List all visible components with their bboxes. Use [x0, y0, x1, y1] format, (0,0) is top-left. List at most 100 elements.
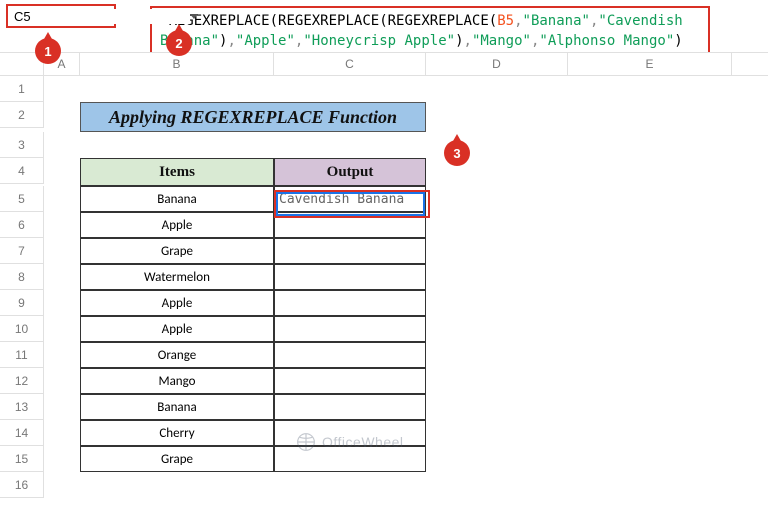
row-header[interactable]: 9: [0, 290, 44, 316]
cell-E12[interactable]: [568, 368, 732, 394]
row-header[interactable]: 5: [0, 186, 44, 212]
cell-A15[interactable]: [44, 446, 80, 472]
row-header[interactable]: 12: [0, 368, 44, 394]
cell-D13[interactable]: [426, 394, 568, 420]
cell-C6[interactable]: [274, 212, 426, 238]
cell-A1[interactable]: [44, 76, 80, 102]
cell-D14[interactable]: [426, 420, 568, 446]
cell-A2[interactable]: [44, 102, 80, 132]
row-header[interactable]: 13: [0, 394, 44, 420]
cell-E10[interactable]: [568, 316, 732, 342]
cell-D8[interactable]: [426, 264, 568, 290]
cell-E1[interactable]: [568, 76, 732, 102]
cell-B16[interactable]: [80, 472, 274, 498]
row-header[interactable]: 4: [0, 158, 44, 184]
row-header[interactable]: 1: [0, 76, 44, 102]
cell-B5[interactable]: Banana: [80, 186, 274, 212]
cell-A7[interactable]: [44, 238, 80, 264]
cell-B15[interactable]: Grape: [80, 446, 274, 472]
cell-C4[interactable]: Output: [274, 158, 426, 186]
cell-B13[interactable]: Banana: [80, 394, 274, 420]
cell-D6[interactable]: [426, 212, 568, 238]
cell-A11[interactable]: [44, 342, 80, 368]
cell-C11[interactable]: [274, 342, 426, 368]
cell-C5[interactable]: Cavendish Banana: [274, 186, 426, 212]
cell-B10[interactable]: Apple: [80, 316, 274, 342]
cell-C12[interactable]: [274, 368, 426, 394]
cell-E6[interactable]: [568, 212, 732, 238]
cell-B2[interactable]: Applying REGEXREPLACE Function: [80, 102, 426, 132]
cell-B12[interactable]: Mango: [80, 368, 274, 394]
cell-E3[interactable]: [568, 132, 732, 158]
cell-B3[interactable]: [80, 132, 274, 158]
cell-D15[interactable]: [426, 446, 568, 472]
name-box-input[interactable]: [14, 9, 190, 24]
cell-D1[interactable]: [426, 76, 568, 102]
cell-E4[interactable]: [568, 158, 732, 186]
cell-B8[interactable]: Watermelon: [80, 264, 274, 290]
col-header-B[interactable]: B: [80, 53, 274, 75]
cell-D2[interactable]: [426, 102, 568, 132]
watermark: OfficeWheel: [296, 432, 404, 452]
cell-C7[interactable]: [274, 238, 426, 264]
col-header-C[interactable]: C: [274, 53, 426, 75]
cell-A5[interactable]: [44, 186, 80, 212]
cell-C13[interactable]: [274, 394, 426, 420]
cell-D11[interactable]: [426, 342, 568, 368]
row-header[interactable]: 6: [0, 212, 44, 238]
cell-D16[interactable]: [426, 472, 568, 498]
row-header[interactable]: 14: [0, 420, 44, 446]
cell-A8[interactable]: [44, 264, 80, 290]
cell-E14[interactable]: [568, 420, 732, 446]
cell-E7[interactable]: [568, 238, 732, 264]
cell-E16[interactable]: [568, 472, 732, 498]
row-header[interactable]: 10: [0, 316, 44, 342]
cell-C10[interactable]: [274, 316, 426, 342]
cell-E2[interactable]: [568, 102, 732, 132]
cell-E5[interactable]: [568, 186, 732, 212]
cell-E15[interactable]: [568, 446, 732, 472]
cell-A9[interactable]: [44, 290, 80, 316]
cell-C16[interactable]: [274, 472, 426, 498]
cell-C1[interactable]: [274, 76, 426, 102]
callout-1: 1: [35, 38, 61, 64]
cell-E8[interactable]: [568, 264, 732, 290]
cell-A4[interactable]: [44, 158, 80, 186]
col-header-E[interactable]: E: [568, 53, 732, 75]
row-header[interactable]: 16: [0, 472, 44, 498]
cell-E13[interactable]: [568, 394, 732, 420]
cell-A16[interactable]: [44, 472, 80, 498]
cell-B9[interactable]: Apple: [80, 290, 274, 316]
cell-C9[interactable]: [274, 290, 426, 316]
cell-C3[interactable]: [274, 132, 426, 158]
cell-B1[interactable]: [80, 76, 274, 102]
cell-A10[interactable]: [44, 316, 80, 342]
cell-A14[interactable]: [44, 420, 80, 446]
cell-A12[interactable]: [44, 368, 80, 394]
cell-B11[interactable]: Orange: [80, 342, 274, 368]
cell-A6[interactable]: [44, 212, 80, 238]
row-header[interactable]: 8: [0, 264, 44, 290]
row-header[interactable]: 11: [0, 342, 44, 368]
cell-E11[interactable]: [568, 342, 732, 368]
cell-B6[interactable]: Apple: [80, 212, 274, 238]
cell-D5[interactable]: [426, 186, 568, 212]
cell-E9[interactable]: [568, 290, 732, 316]
cell-D7[interactable]: [426, 238, 568, 264]
row-header[interactable]: 3: [0, 132, 44, 158]
cell-B7[interactable]: Grape: [80, 238, 274, 264]
formula-bar[interactable]: =REGEXREPLACE(REGEXREPLACE(REGEXREPLACE(…: [150, 6, 710, 57]
name-box[interactable]: [6, 4, 116, 28]
cell-D9[interactable]: [426, 290, 568, 316]
col-header-D[interactable]: D: [426, 53, 568, 75]
cell-B14[interactable]: Cherry: [80, 420, 274, 446]
row-header[interactable]: 7: [0, 238, 44, 264]
cell-D12[interactable]: [426, 368, 568, 394]
cell-C8[interactable]: [274, 264, 426, 290]
cell-B4[interactable]: Items: [80, 158, 274, 186]
row-header[interactable]: 2: [0, 102, 44, 128]
cell-A13[interactable]: [44, 394, 80, 420]
row-header[interactable]: 15: [0, 446, 44, 472]
cell-A3[interactable]: [44, 132, 80, 158]
cell-D10[interactable]: [426, 316, 568, 342]
